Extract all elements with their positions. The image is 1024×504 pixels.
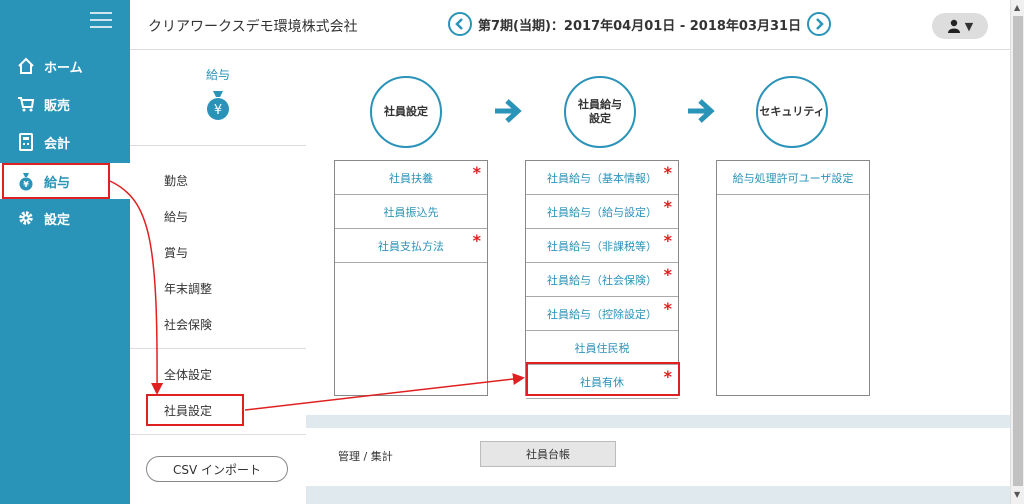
employee-salary-settings-list: 社員給与（基本情報） * 社員給与（給与設定） * 社員給与（非課税等） * 社員給与… — [525, 160, 679, 399]
management-label: 管理 / 集計 — [338, 450, 393, 463]
next-period-button[interactable] — [807, 12, 832, 36]
home-icon — [16, 56, 36, 76]
list-item-salary-tax-exempt[interactable]: 社員給与（非課税等） * — [526, 229, 678, 263]
divider — [130, 434, 306, 435]
submenu-title: 給与 — [205, 68, 230, 82]
required-mark: * — [472, 163, 481, 182]
chevron-down-icon: ▼ — [964, 19, 974, 33]
required-mark: * — [663, 265, 672, 284]
submenu-header: 給与 ¥ — [130, 50, 306, 146]
list-item-salary-pay-settings[interactable]: 社員給与（給与設定） * — [526, 195, 678, 229]
step-security: セキュリティ — [756, 76, 828, 148]
submenu-item-bonus[interactable]: 賞与 — [164, 244, 188, 261]
previous-period-button[interactable] — [448, 12, 472, 36]
required-mark: * — [663, 299, 672, 318]
sidebar: ホーム 販売 会計 ¥ 給与 設定 — [0, 0, 130, 504]
scroll-down-icon[interactable]: ▼ — [1014, 490, 1020, 499]
sidebar-item-label: 会計 — [44, 136, 71, 152]
cell-label: 社員給与（控除設定） — [547, 307, 657, 321]
list-item-salary-deductions[interactable]: 社員給与（控除設定） * — [526, 297, 678, 331]
money-bag-icon: ¥ — [203, 89, 233, 120]
sidebar-item-label: ホーム — [44, 60, 83, 76]
sidebar-item-settings[interactable]: 設定 — [0, 200, 130, 236]
cell-label: 社員給与（基本情報） — [547, 171, 657, 185]
step-employee-settings: 社員設定 — [370, 76, 442, 148]
sidebar-item-sales[interactable]: 販売 — [0, 86, 130, 122]
hamburger-menu-icon[interactable] — [90, 12, 112, 28]
user-icon — [947, 19, 960, 33]
security-list: 給与処理許可ユーザ設定 — [716, 160, 870, 396]
required-mark: * — [472, 231, 481, 250]
cell-label: 社員給与（非課税等） — [547, 239, 657, 253]
scrollbar-thumb[interactable] — [1013, 16, 1023, 486]
company-name: クリアワークスデモ環境株式会社 — [148, 19, 358, 35]
step-employee-salary-settings: 社員給与 設定 — [564, 76, 636, 148]
highlight-box-employee-settings — [146, 394, 244, 426]
divider — [130, 348, 306, 349]
cell-label: 社員給与（社会保険） — [547, 273, 657, 287]
highlight-box-payroll — [2, 163, 110, 199]
sidebar-item-home[interactable]: ホーム — [0, 48, 130, 84]
required-mark: * — [663, 231, 672, 250]
chevron-left-icon — [455, 18, 463, 30]
user-menu-button[interactable]: ▼ — [932, 13, 988, 39]
submenu-item-salary[interactable]: 給与 — [164, 208, 188, 225]
employee-ledger-button[interactable]: 社員台帳 — [480, 441, 616, 467]
highlight-box-paid-leave — [526, 362, 680, 396]
payroll-submenu: 給与 ¥ 勤怠 給与 賞与 年末調整 社会保険 全体設定 社員設定 CSV イン… — [130, 50, 306, 504]
period-label: 第7期(当期)：2017年04月01日 - 2018年03月31日 — [478, 18, 802, 34]
submenu-item-general-settings[interactable]: 全体設定 — [164, 366, 212, 383]
submenu-item-social-insurance[interactable]: 社会保険 — [164, 316, 212, 333]
list-item-salary-basic-info[interactable]: 社員給与（基本情報） * — [526, 161, 678, 195]
cell-label: 社員給与（給与設定） — [547, 205, 657, 219]
calculator-icon — [16, 132, 36, 152]
chevron-right-icon — [816, 18, 824, 30]
scroll-up-icon[interactable]: ▲ — [1014, 3, 1020, 12]
sidebar-item-accounting[interactable]: 会計 — [0, 124, 130, 160]
cell-label: 社員振込先 — [383, 205, 439, 219]
list-item-employee-bank-account[interactable]: 社員振込先 — [335, 195, 487, 229]
list-item-payroll-permission-users[interactable]: 給与処理許可ユーザ設定 — [717, 161, 869, 195]
cell-label: 社員住民税 — [574, 341, 630, 355]
main-panel: 社員設定 社員給与 設定 セキュリティ 社員扶養 * 社員振込先 社員支払方法 * … — [306, 50, 1010, 415]
vertical-scrollbar[interactable]: ▲ ▼ — [1010, 0, 1024, 504]
sidebar-item-label: 設定 — [44, 212, 71, 228]
list-item-resident-tax[interactable]: 社員住民税 — [526, 331, 678, 365]
management-panel: 管理 / 集計 社員台帳 — [306, 428, 1010, 486]
cart-icon — [16, 94, 36, 114]
cell-label: 給与処理許可ユーザ設定 — [732, 171, 854, 185]
gear-icon — [16, 208, 36, 228]
employee-settings-list: 社員扶養 * 社員振込先 社員支払方法 * — [334, 160, 488, 396]
csv-import-button[interactable]: CSV インポート — [146, 456, 288, 482]
svg-text:¥: ¥ — [214, 103, 222, 118]
required-mark: * — [663, 163, 672, 182]
required-mark: * — [663, 197, 672, 216]
cell-label: 社員扶養 — [389, 171, 433, 185]
arrow-right-icon — [495, 99, 522, 123]
sidebar-item-label: 販売 — [44, 98, 71, 114]
list-item-salary-social-insurance[interactable]: 社員給与（社会保険） * — [526, 263, 678, 297]
list-item-employee-dependents[interactable]: 社員扶養 * — [335, 161, 487, 195]
submenu-item-year-end-adjustment[interactable]: 年末調整 — [164, 280, 212, 297]
list-item-employee-payment-method[interactable]: 社員支払方法 * — [335, 229, 487, 263]
arrow-right-icon — [688, 99, 715, 123]
step-label: セキュリティ — [759, 104, 825, 118]
period-selector: 第7期(当期)：2017年04月01日 - 2018年03月31日 — [442, 12, 837, 36]
submenu-item-attendance[interactable]: 勤怠 — [164, 172, 188, 189]
step-label: 社員給与 設定 — [578, 97, 622, 125]
header: クリアワークスデモ環境株式会社 第7期(当期)：2017年04月01日 - 20… — [130, 0, 1010, 50]
step-label: 社員設定 — [384, 104, 428, 118]
cell-label: 社員支払方法 — [378, 239, 444, 253]
